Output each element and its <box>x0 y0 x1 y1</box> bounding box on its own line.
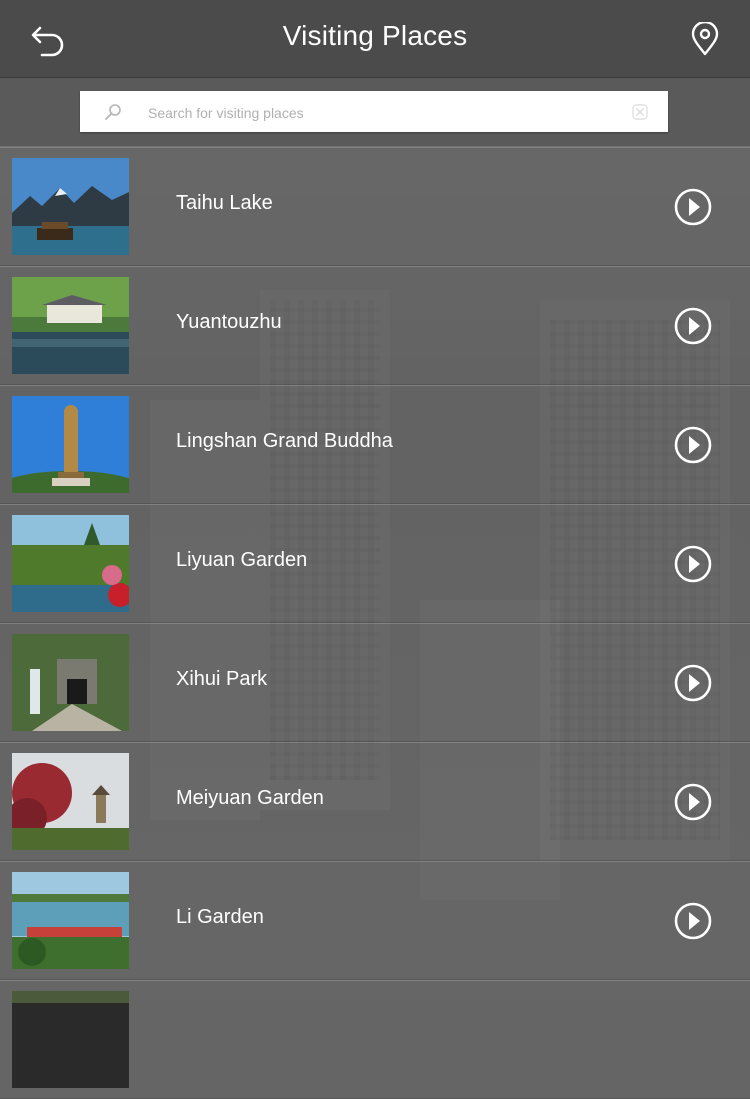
place-name: Meiyuan Garden <box>176 787 324 809</box>
location-pin-icon <box>691 20 719 56</box>
chevron-right-circle-icon[interactable] <box>673 782 713 822</box>
chevron-right-circle-icon[interactable] <box>673 544 713 584</box>
list-item[interactable]: Meiyuan Garden <box>0 742 750 861</box>
list-item[interactable]: Taihu Lake <box>0 147 750 266</box>
search-icon <box>105 104 121 120</box>
place-thumbnail <box>12 991 129 1088</box>
search-bar <box>0 78 750 146</box>
chevron-right-circle-icon[interactable] <box>673 663 713 703</box>
place-thumbnail <box>12 158 129 255</box>
place-name: Lingshan Grand Buddha <box>176 430 393 452</box>
place-thumbnail <box>12 277 129 374</box>
place-name: Xihui Park <box>176 668 268 690</box>
place-name: Taihu Lake <box>176 192 273 214</box>
place-thumbnail <box>12 634 129 731</box>
place-thumbnail <box>12 396 129 493</box>
chevron-right-circle-icon[interactable] <box>673 306 713 346</box>
place-name: Li Garden <box>176 906 264 928</box>
place-thumbnail <box>12 515 129 612</box>
list-item[interactable]: Xihui Park <box>0 623 750 742</box>
list-item[interactable]: Yuantouzhu <box>0 266 750 385</box>
list-item[interactable]: Lingshan Grand Buddha <box>0 385 750 504</box>
navigation-bar: Visiting Places <box>0 0 750 78</box>
page-title: Visiting Places <box>282 20 468 51</box>
chevron-right-circle-icon[interactable] <box>673 901 713 941</box>
clear-icon[interactable] <box>632 104 648 120</box>
place-thumbnail <box>12 872 129 969</box>
chevron-right-circle-icon[interactable] <box>673 187 713 227</box>
location-button[interactable] <box>690 20 720 58</box>
list-item[interactable]: Liyuan Garden <box>0 504 750 623</box>
place-name: Liyuan Garden <box>176 549 308 571</box>
chevron-right-circle-icon[interactable] <box>673 425 713 465</box>
search-input[interactable] <box>146 91 620 134</box>
place-name: Yuantouzhu <box>176 311 282 333</box>
search-box[interactable] <box>80 91 668 134</box>
list-item[interactable] <box>0 980 750 1099</box>
list-item[interactable]: Li Garden <box>0 861 750 980</box>
place-thumbnail <box>12 753 129 850</box>
places-list: Taihu Lake Yuantouzhu Lingshan Grand Bud… <box>0 147 750 1099</box>
